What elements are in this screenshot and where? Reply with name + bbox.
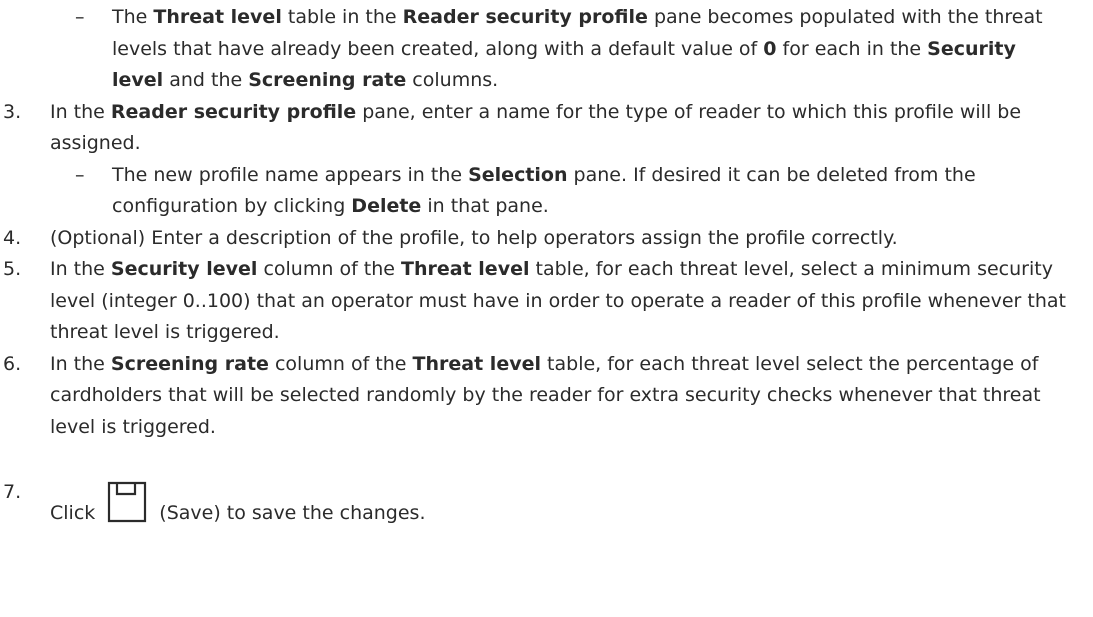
step-number: 7. <box>3 481 22 503</box>
step-number: 3. <box>3 100 22 123</box>
text: The <box>112 6 154 28</box>
step-number: 4. <box>3 226 22 249</box>
document-body: – The Threat level table in the Reader s… <box>0 0 1093 524</box>
step-7: 7. Click (Save) to save the changes. <box>0 443 1093 524</box>
save-icon <box>107 481 147 534</box>
dash-bullet: – <box>75 163 85 186</box>
bold-term: Screening rate <box>248 69 407 91</box>
text: for each in the <box>776 37 928 60</box>
bold-term: Reader security profile <box>402 6 648 28</box>
bold-term: Delete <box>351 195 422 217</box>
bold-term: Threat level <box>412 352 541 375</box>
step-number: 6. <box>3 352 22 375</box>
bold-term: Security level <box>110 258 258 280</box>
text: The new profile name appears in the <box>112 163 469 186</box>
substep-threat-table: – The Threat level table in the Reader s… <box>0 2 1093 97</box>
text: and the <box>163 69 249 91</box>
text: Click <box>50 502 96 524</box>
text: (Save) to save the changes. <box>159 502 426 524</box>
text: in that pane. <box>421 195 549 217</box>
substep-selection-pane: – The new profile name appears in the Se… <box>0 160 1093 223</box>
step-4: 4. (Optional) Enter a description of the… <box>0 223 1093 255</box>
bold-term: Screening rate <box>110 352 269 375</box>
step-number: 5. <box>3 258 22 280</box>
text: columns. <box>406 69 499 91</box>
bold-term: Threat level <box>401 258 530 280</box>
text: (Optional) Enter a description of the pr… <box>50 226 898 249</box>
dash-bullet: – <box>75 6 85 28</box>
bold-term: Reader security profile <box>110 100 357 123</box>
bold-term: 0 <box>763 37 777 60</box>
bold-term: Selection <box>468 163 568 186</box>
step-3: 3. In the Reader security profile pane, … <box>0 97 1093 160</box>
text: In the <box>50 100 111 123</box>
text: In the <box>50 352 111 375</box>
step-5: 5. In the Security level column of the T… <box>0 254 1093 349</box>
text: table in the <box>281 6 403 28</box>
step-7-text: Click (Save) to save the changes. <box>50 477 426 530</box>
text: In the <box>50 258 111 280</box>
text: column of the <box>268 352 413 375</box>
bold-term: Threat level <box>153 6 282 28</box>
text: column of the <box>257 258 402 280</box>
step-6: 6. In the Screening rate column of the T… <box>0 349 1093 444</box>
